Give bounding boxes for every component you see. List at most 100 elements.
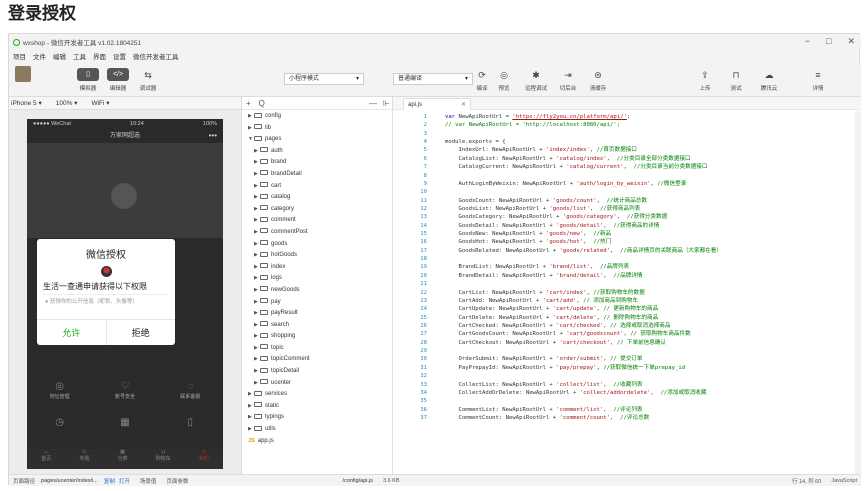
tab-topic[interactable]: ◇ 专题 <box>79 449 89 469</box>
cut-backend-button[interactable]: ⇥ 切后台 <box>555 68 581 92</box>
code-line[interactable]: 5 IndexUrl: NewApiRootUrl + 'index/index… <box>393 146 861 154</box>
code-line[interactable]: 36 CommentList: NewApiRootUrl + 'comment… <box>393 406 861 414</box>
remote-debug-button[interactable]: ✱ 远程调试 <box>523 68 549 92</box>
tree-item-payresult[interactable]: ▶ payResult <box>242 308 394 320</box>
code-area[interactable]: 1 var NewApiRootUrl = 'https://fly2you.cn… <box>393 113 861 422</box>
code-line[interactable]: 1 var NewApiRootUrl = 'https://fly2you.cn… <box>393 113 861 121</box>
maximize-button[interactable]: □ <box>826 36 831 47</box>
more-dots-icon[interactable]: ••• <box>209 129 217 143</box>
tree-item-app-js[interactable]: JS app.js <box>242 436 394 448</box>
code-line[interactable]: 37 CommentCount: NewApiRootUrl + 'commen… <box>393 414 861 422</box>
mode-select[interactable]: 小程序模式 ▾ <box>284 73 364 85</box>
menu-tools[interactable]: 工具 <box>73 51 86 61</box>
compile-mode-select[interactable]: 普通编译 ▾ <box>393 73 473 85</box>
user-avatar[interactable] <box>15 66 31 82</box>
tree-item-auth[interactable]: ▶ auth <box>242 146 394 158</box>
code-line[interactable]: 12 GoodsList: NewApiRootUrl + 'goods/lis… <box>393 205 861 213</box>
menu-devtools[interactable]: 微信开发者工具 <box>133 51 179 61</box>
code-line[interactable]: 21 <box>393 280 861 288</box>
code-line[interactable]: 9 AuthLoginByWeixin: NewApiRootUrl + 'au… <box>393 180 861 188</box>
code-line[interactable]: 23 CartAdd: NewApiRootUrl + 'cart/add', … <box>393 297 861 305</box>
tab-category[interactable]: ▦ 分类 <box>117 449 127 469</box>
tab-home[interactable]: ⌂ 首页 <box>41 449 51 469</box>
clear-cache-button[interactable]: ⊜ 清缓存 <box>585 68 611 92</box>
tree-item-pages[interactable]: ▼ pages <box>242 134 394 146</box>
code-line[interactable]: 4 module.exports = { <box>393 138 861 146</box>
code-line[interactable]: 27 CartGoodsCount: NewApiRootUrl + 'cart… <box>393 330 861 338</box>
tree-item-brand[interactable]: ▶ brand <box>242 157 394 169</box>
allow-button[interactable]: 允许 <box>37 320 107 345</box>
language-mode[interactable]: JavaScript <box>831 478 857 484</box>
search-icon[interactable]: Q <box>259 99 369 108</box>
code-line[interactable]: 30 OrderSubmit: NewApiRootUrl + 'order/s… <box>393 355 861 363</box>
avatar[interactable] <box>111 183 137 209</box>
grid-item-security[interactable]: ♡ 账号安全 <box>100 381 150 400</box>
tree-item-typings[interactable]: ▶ typings <box>242 412 394 424</box>
code-line[interactable]: 33 CollectList: NewApiRootUrl + 'collect… <box>393 381 861 389</box>
tree-item-index[interactable]: ▶ index <box>242 262 394 274</box>
grid-icon-apps[interactable]: ▦ <box>100 417 150 429</box>
code-line[interactable]: 8 <box>393 172 861 180</box>
test-button[interactable]: ⊓ 测试 <box>723 68 749 92</box>
preview-button[interactable]: ◎ 预览 <box>491 68 517 92</box>
tree-item-ucenter[interactable]: ▶ ucenter <box>242 378 394 390</box>
split-icon[interactable]: ⊩ <box>383 99 390 108</box>
tree-item-newgoods[interactable]: ▶ newGoods <box>242 285 394 297</box>
upload-button[interactable]: ⇪ 上传 <box>692 68 718 92</box>
tree-item-config[interactable]: ▶ config <box>242 111 394 123</box>
close-tab-icon[interactable]: ✕ <box>461 99 466 111</box>
tree-item-search[interactable]: ▶ search <box>242 320 394 332</box>
code-line[interactable]: 17 GoodsRelated: NewApiRootUrl + 'goods/… <box>393 247 861 255</box>
tree-item-static[interactable]: ▶ static <box>242 401 394 413</box>
open-path-button[interactable]: 打开 <box>119 477 130 485</box>
menu-file[interactable]: 文件 <box>33 51 46 61</box>
tree-item-cart[interactable]: ▶ cart <box>242 181 394 193</box>
grid-icon-clock[interactable]: ◷ <box>35 417 85 429</box>
tree-item-services[interactable]: ▶ services <box>242 389 394 401</box>
deny-button[interactable]: 拒绝 <box>107 320 176 345</box>
grid-item-service[interactable]: ◌ 联系客服 <box>165 381 215 400</box>
grid-icon-phone[interactable]: ▯ <box>165 417 215 429</box>
add-file-button[interactable]: + <box>246 99 251 108</box>
menu-view[interactable]: 界面 <box>93 51 106 61</box>
close-button[interactable]: ✕ <box>847 36 855 47</box>
details-button[interactable]: ≡ 详情 <box>805 68 831 92</box>
code-line[interactable]: 10 <box>393 188 861 196</box>
code-line[interactable]: 2 // var NewApiRootUrl = 'http://localhos… <box>393 121 861 129</box>
code-line[interactable]: 16 GoodsHot: NewApiRootUrl + 'goods/hot'… <box>393 238 861 246</box>
tree-item-branddetail[interactable]: ▶ brandDetail <box>242 169 394 181</box>
code-line[interactable]: 34 CollectAddOrDelete: NewApiRootUrl + '… <box>393 389 861 397</box>
tab-api-js[interactable]: api.js ✕ <box>403 98 471 110</box>
code-line[interactable]: 29 <box>393 347 861 355</box>
simulator-toggle[interactable]: ▯ 模拟器 <box>75 68 101 92</box>
tree-item-topicdetail[interactable]: ▶ topicDetail <box>242 366 394 378</box>
code-line[interactable]: 11 GoodsCount: NewApiRootUrl + 'goods/co… <box>393 197 861 205</box>
grid-item-address[interactable]: ◎ 地址管理 <box>35 381 85 400</box>
network-select[interactable]: WiFi ▾ <box>91 99 109 107</box>
collapse-button[interactable]: — <box>369 99 377 108</box>
tree-item-comment[interactable]: ▶ comment <box>242 215 394 227</box>
code-line[interactable]: 31 PayPrepayId: NewApiRootUrl + 'pay/pre… <box>393 364 861 372</box>
tree-item-topic[interactable]: ▶ topic <box>242 343 394 355</box>
code-line[interactable]: 7 CatalogCurrent: NewApiRootUrl + 'catal… <box>393 163 861 171</box>
code-line[interactable]: 3 <box>393 130 861 138</box>
code-line[interactable]: 22 CartList: NewApiRootUrl + 'cart/index… <box>393 289 861 297</box>
tree-item-lib[interactable]: ▶ lib <box>242 123 394 135</box>
tree-item-commentpost[interactable]: ▶ commentPost <box>242 227 394 239</box>
code-line[interactable]: 15 GoodsNew: NewApiRootUrl + 'goods/new'… <box>393 230 861 238</box>
tab-cart[interactable]: ⊔ 购物车 <box>156 449 171 469</box>
tab-mine[interactable]: ♙ 我的 <box>199 449 209 469</box>
tree-item-goods[interactable]: ▶ goods <box>242 239 394 251</box>
tree-item-catalog[interactable]: ▶ catalog <box>242 192 394 204</box>
device-select[interactable]: iPhone 5 ▾ <box>11 99 42 107</box>
editor-scrollbar[interactable] <box>855 111 861 474</box>
zoom-select[interactable]: 100% ▾ <box>56 99 78 107</box>
tree-item-topiccomment[interactable]: ▶ topicComment <box>242 354 394 366</box>
minimize-button[interactable]: − <box>805 36 810 47</box>
code-line[interactable]: 35 <box>393 397 861 405</box>
code-line[interactable]: 13 GoodsCategory: NewApiRootUrl + 'goods… <box>393 213 861 221</box>
code-line[interactable]: 26 CartChecked: NewApiRootUrl + 'cart/ch… <box>393 322 861 330</box>
cloud-button[interactable]: ☁ 腾讯云 <box>756 68 782 92</box>
code-line[interactable]: 28 CartCheckout: NewApiRootUrl + 'cart/c… <box>393 339 861 347</box>
code-line[interactable]: 6 CatalogList: NewApiRootUrl + 'catalog/… <box>393 155 861 163</box>
